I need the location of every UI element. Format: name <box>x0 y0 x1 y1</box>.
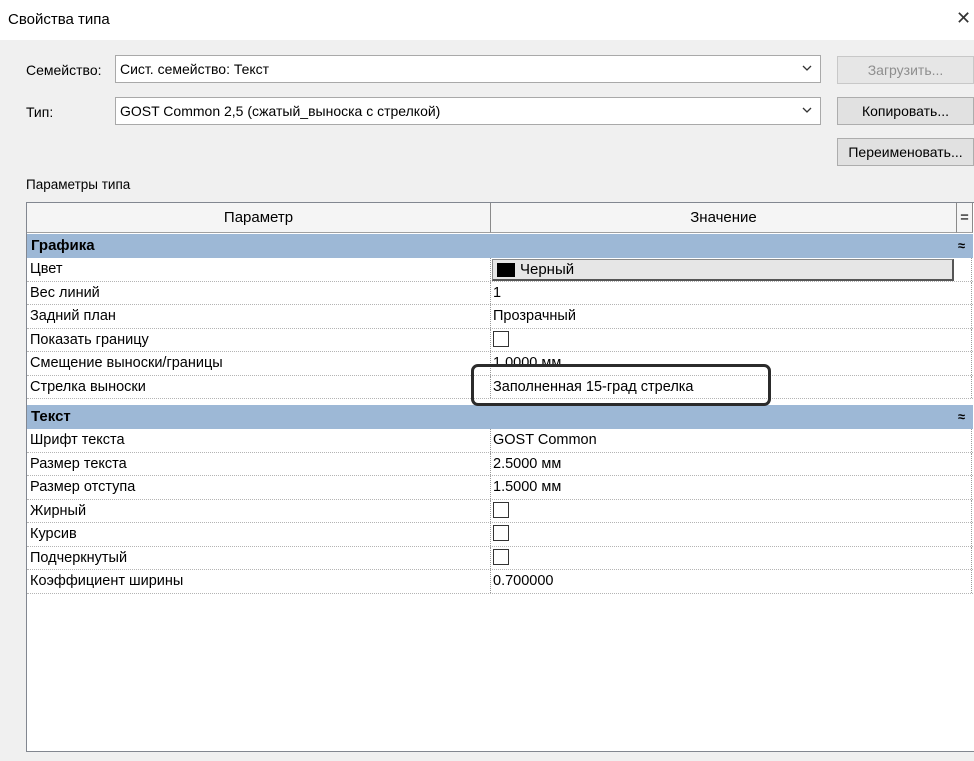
table-row[interactable]: Размер отступа 1.5000 мм <box>27 476 973 500</box>
param-name: Стрелка выноски <box>30 378 146 395</box>
param-name: Вес линий <box>30 284 100 301</box>
title-bar: Свойства типа ✕ <box>0 0 974 40</box>
column-separator <box>490 476 491 499</box>
param-name: Цвет <box>30 261 63 277</box>
column-separator <box>971 476 972 499</box>
color-button[interactable]: Черный <box>492 259 954 281</box>
table-row[interactable]: Смещение выноски/границы 1.0000 мм <box>27 352 973 376</box>
param-value <box>493 525 509 542</box>
column-separator <box>490 305 491 328</box>
family-value: Сист. семейство: Текст <box>120 61 270 77</box>
param-value[interactable]: Заполненная 15-град стрелка <box>493 379 694 395</box>
color-value: Черный <box>520 261 575 278</box>
window-title: Свойства типа <box>8 11 110 28</box>
param-value[interactable]: 1 <box>493 285 501 301</box>
family-select[interactable]: Сист. семейство: Текст <box>115 55 821 83</box>
column-header-value[interactable]: Значение <box>491 203 957 233</box>
close-icon[interactable]: ✕ <box>956 8 972 30</box>
column-separator <box>971 305 972 328</box>
param-name: Подчеркнутый <box>30 549 128 566</box>
table-row[interactable]: Шрифт текста GOST Common <box>27 429 973 453</box>
copy-button[interactable]: Копировать... <box>837 97 974 125</box>
group-header[interactable]: Текст ≈ <box>27 405 973 429</box>
table-row[interactable]: Вес линий 1 <box>27 281 973 305</box>
param-value[interactable]: 2.5000 мм <box>493 456 561 472</box>
column-separator <box>490 429 491 452</box>
checkbox[interactable] <box>493 501 509 518</box>
column-separator <box>490 570 491 593</box>
param-name: Жирный <box>30 502 87 519</box>
column-separator <box>490 352 491 375</box>
column-separator <box>971 328 972 351</box>
column-separator <box>971 429 972 452</box>
param-value[interactable]: 0.700000 <box>493 573 553 589</box>
param-value <box>493 501 509 518</box>
table-row[interactable]: Стрелка выноски Заполненная 15-град стрел… <box>27 375 973 399</box>
chevron-down-icon <box>802 107 812 113</box>
checkbox[interactable] <box>493 525 509 542</box>
param-value[interactable]: Прозрачный <box>493 308 576 324</box>
param-value <box>493 548 509 565</box>
column-separator <box>490 375 491 398</box>
param-name: Задний план <box>30 308 116 324</box>
column-separator <box>971 570 972 593</box>
column-separator <box>490 523 491 546</box>
checkbox[interactable] <box>493 330 509 347</box>
checkbox[interactable] <box>493 548 509 565</box>
column-separator <box>971 523 972 546</box>
column-separator <box>971 546 972 569</box>
column-separator <box>971 499 972 522</box>
column-header-param[interactable]: Параметр <box>27 203 491 233</box>
table-row[interactable]: Показать границу <box>27 328 973 352</box>
column-separator <box>490 281 491 304</box>
param-name: Размер отступа <box>30 479 136 495</box>
param-value <box>493 330 509 347</box>
param-value[interactable]: GOST Common <box>493 432 597 448</box>
type-select[interactable]: GOST Common 2,5 (сжатый_выноска с стрелк… <box>115 97 821 125</box>
column-separator <box>490 452 491 475</box>
table-row[interactable]: Подчеркнутый <box>27 546 973 570</box>
color-swatch <box>497 263 515 277</box>
param-name: Смещение выноски/границы <box>30 355 223 371</box>
table-row[interactable]: Задний план Прозрачный <box>27 305 973 329</box>
group-header[interactable]: Графика ≈ <box>27 234 973 258</box>
column-separator <box>971 352 972 375</box>
param-name: Показать границу <box>30 331 149 348</box>
family-label: Семейство: <box>26 62 102 78</box>
column-separator <box>490 258 491 281</box>
column-separator <box>490 546 491 569</box>
table-row[interactable]: Курсив <box>27 523 973 547</box>
column-separator <box>490 499 491 522</box>
collapse-icon[interactable]: ≈ <box>958 234 965 258</box>
collapse-icon[interactable]: ≈ <box>958 405 965 429</box>
table-row[interactable]: Размер текста 2.5000 мм <box>27 452 973 476</box>
rename-button[interactable]: Переименовать... <box>837 138 974 166</box>
param-name: Курсив <box>30 526 77 542</box>
parameters-grid: Параметр Значение = Графика ≈ Цвет Черный Ве… <box>26 202 974 752</box>
type-parameters-label: Параметры типа <box>26 177 131 192</box>
load-button[interactable]: Загрузить... <box>837 56 974 84</box>
type-value: GOST Common 2,5 (сжатый_выноска с стрелк… <box>120 103 441 119</box>
param-value[interactable]: 1.5000 мм <box>493 479 561 495</box>
param-name: Шрифт текста <box>30 432 125 448</box>
param-value[interactable]: 1.0000 мм <box>493 355 561 371</box>
param-name: Коэффициент ширины <box>30 573 184 589</box>
column-separator <box>971 258 972 281</box>
param-name: Размер текста <box>30 455 127 472</box>
chevron-down-icon <box>802 65 812 71</box>
column-separator <box>490 328 491 351</box>
table-row[interactable]: Цвет Черный <box>27 258 973 282</box>
group-name: Текст <box>31 408 71 425</box>
group-name: Графика <box>31 237 95 254</box>
column-separator <box>971 281 972 304</box>
table-row[interactable]: Коэффициент ширины 0.700000 <box>27 570 973 594</box>
column-separator <box>971 375 972 398</box>
column-separator <box>971 452 972 475</box>
table-row[interactable]: Жирный <box>27 499 973 523</box>
type-label: Тип: <box>26 104 54 120</box>
column-sort-button[interactable]: = <box>957 203 973 233</box>
